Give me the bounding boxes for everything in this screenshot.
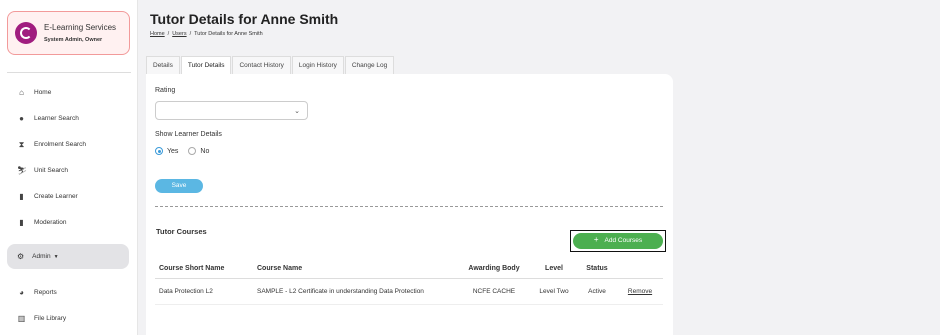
add-courses-label: Add Courses bbox=[604, 237, 643, 244]
sidebar-item-home[interactable]: ⌂ Home bbox=[17, 85, 51, 99]
sidebar-item-label: Learner Search bbox=[34, 114, 79, 122]
radio-yes-label: Yes bbox=[167, 147, 179, 155]
sidebar-item-create-learner[interactable]: ▮ Create Learner bbox=[17, 189, 78, 203]
sidebar-item-label: Admin bbox=[32, 253, 51, 260]
hourglass-icon: ⧗ bbox=[18, 139, 25, 149]
cogs-icon: ⚙ bbox=[17, 252, 25, 261]
sidebar-item-file-library[interactable]: ▥ File Library bbox=[17, 311, 66, 325]
chevron-down-icon: ⌄ bbox=[294, 108, 300, 115]
column-header-short-name: Course Short Name bbox=[155, 260, 253, 279]
tab-change-log[interactable]: Change Log bbox=[344, 56, 395, 74]
sidebar-item-enrolment-search[interactable]: ⧗ Enrolment Search bbox=[17, 137, 86, 151]
column-header-level: Level bbox=[531, 260, 577, 279]
column-header-course-name: Course Name bbox=[253, 260, 457, 279]
add-courses-button[interactable]: + Add Courses bbox=[573, 233, 663, 249]
sidebar-divider bbox=[7, 72, 131, 73]
radio-option-no[interactable]: No bbox=[188, 147, 209, 155]
pie-chart-icon: ◕ bbox=[19, 287, 24, 297]
column-header-status: Status bbox=[577, 260, 617, 279]
sidebar-item-label: Moderation bbox=[34, 218, 67, 226]
tutor-details-panel: Rating ⌄ Show Learner Details Yes No Sav… bbox=[146, 74, 673, 335]
sidebar-item-label: Enrolment Search bbox=[34, 140, 87, 148]
caret-down-icon: ▼ bbox=[53, 253, 59, 260]
cell-course-name: SAMPLE - L2 Certificate in understanding… bbox=[253, 278, 457, 305]
radio-option-yes[interactable]: Yes bbox=[155, 147, 178, 155]
show-learner-details-label: Show Learner Details bbox=[155, 131, 222, 138]
tab-login-history[interactable]: Login History bbox=[291, 56, 344, 74]
page-title: Tutor Details for Anne Smith bbox=[150, 11, 339, 27]
rating-label: Rating bbox=[155, 87, 176, 94]
breadcrumb-home[interactable]: Home bbox=[150, 31, 165, 37]
home-icon: ⌂ bbox=[19, 87, 24, 97]
table-row: Data Protection L2 SAMPLE - L2 Certifica… bbox=[155, 278, 663, 305]
organisation-name: E-Learning Services bbox=[44, 23, 117, 32]
section-divider bbox=[155, 206, 663, 207]
sidebar-item-label: Create Learner bbox=[34, 192, 78, 200]
clipboard-check-icon: ▮ bbox=[19, 217, 24, 227]
sidebar-item-label: File Library bbox=[34, 314, 67, 322]
column-header-awarding-body: Awarding Body bbox=[457, 260, 531, 279]
organisation-card[interactable]: E-Learning Services System Admin, Owner bbox=[7, 11, 130, 55]
sidebar-item-learner-search[interactable]: ● Learner Search bbox=[17, 111, 79, 125]
breadcrumb-users[interactable]: Users bbox=[172, 31, 186, 37]
clipboard-icon: ▮ bbox=[19, 191, 24, 201]
cell-status: Active bbox=[577, 278, 617, 305]
books-icon: ▥ bbox=[17, 313, 26, 323]
radio-no-label: No bbox=[200, 147, 210, 155]
plus-icon: + bbox=[593, 235, 599, 244]
tab-bar: Details Tutor Details Contact History Lo… bbox=[146, 56, 395, 74]
breadcrumb: Home / Users / Tutor Details for Anne Smith bbox=[150, 31, 263, 37]
remove-link[interactable]: Remove bbox=[628, 288, 652, 295]
tab-tutor-details[interactable]: Tutor Details bbox=[180, 56, 232, 74]
sidebar-item-label: Unit Search bbox=[34, 166, 68, 174]
cell-level: Level Two bbox=[531, 278, 577, 305]
show-learner-details-radio-group: Yes No bbox=[155, 147, 219, 155]
tutor-courses-table: Course Short Name Course Name Awarding B… bbox=[155, 260, 663, 305]
sidebar-item-admin[interactable]: ⚙ Admin ▼ bbox=[7, 244, 129, 269]
sidebar-item-label: Home bbox=[34, 88, 52, 96]
sidebar-item-reports[interactable]: ◕ Reports bbox=[17, 285, 57, 299]
table-header-row: Course Short Name Course Name Awarding B… bbox=[155, 260, 663, 279]
radio-no[interactable] bbox=[188, 147, 197, 155]
cell-awarding-body: NCFE CACHE bbox=[457, 278, 531, 305]
radio-yes[interactable] bbox=[155, 147, 163, 155]
user-role: System Admin, Owner bbox=[44, 37, 103, 43]
sidebar-item-label: Reports bbox=[34, 288, 57, 296]
add-courses-highlight: + Add Courses bbox=[570, 230, 666, 252]
sidebar-item-unit-search[interactable]: ⛷ Unit Search bbox=[17, 163, 68, 177]
tutor-courses-title: Tutor Courses bbox=[156, 227, 207, 236]
ski-icon: ⛷ bbox=[17, 165, 28, 175]
breadcrumb-current: Tutor Details for Anne Smith bbox=[194, 31, 263, 37]
column-header-action bbox=[617, 260, 663, 279]
tab-contact-history[interactable]: Contact History bbox=[232, 56, 291, 74]
rating-select[interactable]: ⌄ bbox=[155, 101, 308, 120]
e-learning-logo-icon bbox=[15, 22, 37, 44]
save-button[interactable]: Save bbox=[155, 179, 203, 193]
user-icon: ● bbox=[19, 113, 24, 123]
sidebar: E-Learning Services System Admin, Owner … bbox=[0, 0, 138, 335]
tab-details[interactable]: Details bbox=[146, 56, 180, 74]
sidebar-item-moderation[interactable]: ▮ Moderation bbox=[17, 215, 67, 229]
cell-short-name: Data Protection L2 bbox=[155, 278, 253, 305]
